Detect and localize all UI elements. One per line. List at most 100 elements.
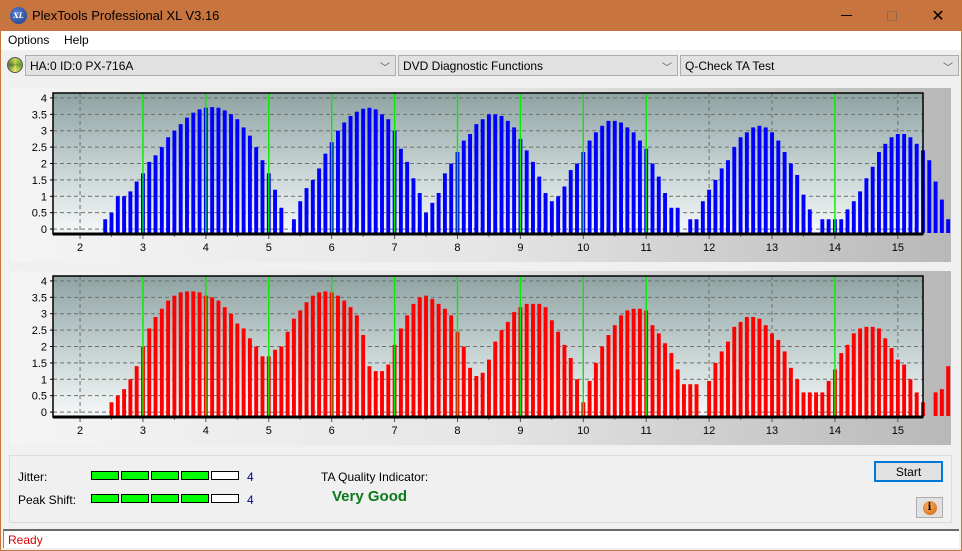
bottom-chart-bar	[398, 328, 403, 416]
top-chart-ytick-label: 2.5	[32, 142, 47, 154]
top-chart-bar	[229, 114, 233, 233]
top-chart-bar	[933, 181, 938, 233]
bottom-chart-bar	[304, 302, 309, 416]
bottom-chart-bar	[902, 364, 907, 416]
top-chart-bar	[310, 179, 315, 233]
bottom-chart-bar	[751, 316, 756, 416]
start-button[interactable]: Start	[874, 461, 943, 482]
bottom-chart-xtick-label: 13	[766, 425, 778, 437]
top-chart-bar	[700, 201, 705, 233]
top-chart-xtick-label: 4	[203, 242, 209, 254]
peak-shift-value: 4	[247, 493, 254, 507]
bottom-chart-bar	[575, 379, 579, 416]
top-chart-bar	[172, 130, 177, 233]
top-chart-bar	[562, 186, 567, 233]
maximize-button[interactable]	[869, 0, 915, 31]
top-chart-bar	[430, 202, 435, 233]
bottom-chart-bar	[468, 367, 473, 416]
top-chart-xtick-label: 12	[703, 242, 715, 254]
top-chart-bar	[650, 163, 655, 233]
top-chart-bar	[405, 161, 410, 233]
bottom-chart-xtick-label: 9	[517, 425, 523, 437]
top-chart-bar	[486, 114, 491, 233]
top-chart-bar	[637, 140, 642, 233]
top-chart-bar	[166, 137, 171, 233]
function-group-select[interactable]: DVD Diagnostic Functions ﹀	[398, 55, 678, 76]
bottom-chart-bar	[801, 392, 806, 416]
top-chart-bar	[914, 143, 919, 233]
bottom-chart-bar	[719, 351, 724, 416]
top-chart-bar	[474, 124, 479, 233]
top-chart-bar	[317, 168, 322, 233]
top-chart-bar	[927, 160, 932, 233]
menu-options[interactable]: Options	[8, 33, 49, 47]
bottom-chart-bar	[361, 335, 366, 416]
top-chart-bar	[889, 137, 894, 233]
bottom-chart-xtick-label: 4	[203, 425, 209, 437]
drive-select[interactable]: HA:0 ID:0 PX-716A ﹀	[25, 55, 396, 76]
bottom-chart-panel: 0 0.5 1 1.5 2 2.5 3 3.5 4 2 3 4 5 6 7 8 9 10 11 12 13 14 15	[10, 271, 951, 445]
top-chart-bar	[556, 196, 561, 233]
bottom-chart-bar	[744, 316, 749, 416]
top-chart-bar	[782, 152, 787, 233]
bottom-chart-bar	[593, 362, 598, 416]
bottom-chart-bar	[927, 411, 931, 416]
bottom-chart-bar	[631, 308, 636, 416]
bottom-chart-bar	[939, 389, 944, 416]
drive-select-value: HA:0 ID:0 PX-716A	[30, 59, 134, 73]
bottom-chart-bar	[354, 315, 359, 416]
bottom-chart-bar	[254, 346, 259, 416]
top-chart-bar	[770, 132, 774, 233]
top-chart-bar	[663, 193, 668, 233]
bottom-chart-bar	[807, 392, 812, 416]
jitter-meter-segment	[181, 471, 209, 480]
ta-quality-label: TA Quality Indicator:	[321, 470, 429, 484]
top-chart-bar	[738, 137, 743, 233]
top-chart-bar	[902, 133, 907, 233]
top-chart: 0 0.5 1 1.5 2 2.5 3 3.5 4 2 3 4 5 6 7 8 9 10 11 12 13 14 15	[32, 92, 951, 254]
bottom-chart-xtick-label: 10	[577, 425, 589, 437]
info-icon: i	[922, 500, 937, 515]
top-chart-bar	[210, 107, 215, 233]
test-select[interactable]: Q-Check TA Test ﹀	[680, 55, 959, 76]
top-chart-bar	[619, 122, 623, 233]
top-chart-bar	[575, 163, 579, 233]
bottom-chart-bar	[845, 344, 850, 416]
top-chart-bar	[279, 207, 284, 233]
top-chart-bar	[939, 199, 944, 233]
top-chart-bar	[757, 125, 762, 233]
bottom-chart-bar	[134, 366, 139, 416]
close-button[interactable]: ✕	[915, 0, 961, 31]
top-chart-bar	[178, 124, 183, 233]
top-chart-bar	[707, 189, 712, 233]
top-chart-bar	[587, 140, 592, 233]
bottom-chart-bar	[682, 384, 686, 416]
menu-help[interactable]: Help	[64, 33, 89, 47]
menu-bar: Options Help	[1, 31, 961, 50]
bottom-chart-xtick-label: 11	[640, 425, 651, 437]
bottom-chart-bar	[732, 326, 737, 416]
top-chart-bar	[864, 178, 869, 233]
top-chart-bar	[122, 196, 127, 233]
peak-shift-meter-segment	[121, 494, 149, 503]
app-window: XL PlexTools Professional XL V3.16 ✕ Opt…	[1, 0, 961, 550]
info-button[interactable]: i	[916, 497, 943, 518]
top-chart-bar	[367, 107, 372, 233]
bottom-chart-bar	[694, 384, 699, 416]
bottom-chart-bar	[411, 303, 416, 416]
minimize-button[interactable]	[823, 0, 869, 31]
bottom-chart-bar	[770, 333, 774, 416]
bottom-chart-bar	[556, 331, 561, 416]
top-chart-bar	[468, 133, 473, 233]
top-chart-bar	[820, 219, 825, 233]
top-chart-bar	[877, 152, 881, 233]
bottom-chart-ytick-label: 0	[41, 407, 47, 419]
bottom-chart-bar	[172, 295, 177, 416]
top-chart-bar	[273, 189, 278, 233]
top-chart-bar	[417, 193, 422, 233]
top-chart-bar	[147, 161, 152, 233]
bottom-chart-xtick-label: 8	[454, 425, 460, 437]
bottom-chart-bar	[291, 318, 296, 416]
peak-shift-label: Peak Shift:	[18, 493, 77, 507]
bottom-chart-ytick-label: 2	[41, 342, 47, 354]
